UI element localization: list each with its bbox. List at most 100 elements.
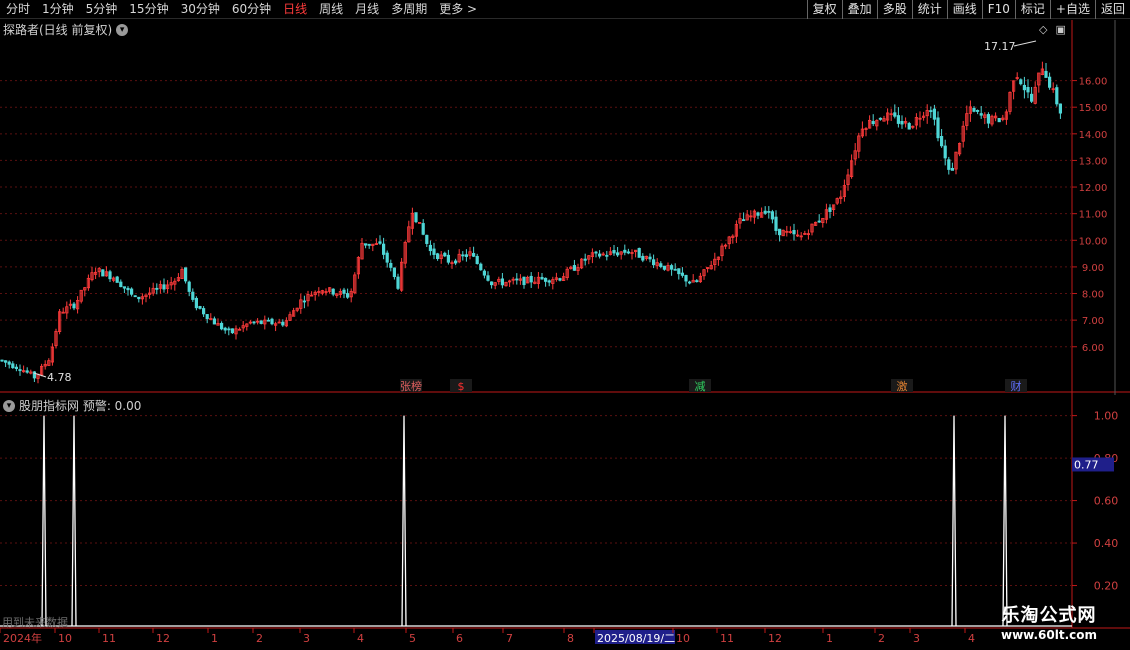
candle-body bbox=[252, 321, 256, 324]
candle-body bbox=[778, 228, 782, 236]
candle-body bbox=[558, 278, 562, 281]
candle-body bbox=[389, 263, 393, 268]
candle-body bbox=[108, 271, 112, 280]
candle-body bbox=[1030, 93, 1034, 102]
candle-body bbox=[219, 322, 224, 330]
candle-body bbox=[1048, 76, 1052, 88]
date-label: 2 bbox=[878, 632, 885, 645]
candle-body bbox=[446, 254, 451, 263]
candle-body bbox=[936, 117, 940, 139]
candle-body bbox=[381, 243, 386, 255]
candle-body bbox=[464, 254, 469, 257]
candle-body bbox=[1022, 84, 1027, 91]
candle-body bbox=[129, 288, 134, 295]
low-price-label: 4.78 bbox=[47, 371, 72, 384]
candle-body bbox=[940, 135, 944, 147]
candle-body bbox=[659, 263, 663, 267]
candle-body bbox=[421, 223, 425, 235]
chart-canvas[interactable]: 6.007.008.009.0010.0011.0012.0013.0014.0… bbox=[0, 0, 1130, 650]
date-label: 5 bbox=[409, 632, 416, 645]
candle-body bbox=[763, 210, 767, 214]
candle-body bbox=[929, 110, 933, 112]
price-tick-label: 16.00 bbox=[1079, 77, 1108, 88]
candle-body bbox=[616, 252, 620, 256]
candle-body bbox=[756, 212, 760, 216]
date-label: 8 bbox=[567, 632, 574, 645]
high-price-pointer bbox=[1013, 40, 1037, 47]
candle-body bbox=[677, 268, 681, 275]
candle-body bbox=[670, 265, 674, 270]
candle-body bbox=[223, 327, 227, 331]
date-label: 4 bbox=[968, 632, 975, 645]
candle-body bbox=[205, 314, 209, 320]
candle-body bbox=[461, 254, 465, 257]
candle-body bbox=[212, 318, 216, 325]
candle-body bbox=[25, 370, 29, 373]
price-tick-label: 12.00 bbox=[1079, 183, 1108, 194]
date-label: 1 bbox=[211, 632, 218, 645]
price-tick-label: 6.00 bbox=[1082, 343, 1104, 354]
price-tick-label: 14.00 bbox=[1079, 130, 1108, 141]
candle-body bbox=[486, 275, 490, 281]
candle-body bbox=[947, 159, 951, 170]
candle-body bbox=[774, 216, 778, 231]
date-label: 2025/08/19/二 bbox=[597, 632, 675, 645]
price-tick-label: 10.00 bbox=[1079, 236, 1108, 247]
candle-body bbox=[475, 255, 479, 265]
event-marker-0: 张榜 bbox=[400, 379, 422, 393]
cursor-value-label: 0.77 bbox=[1074, 458, 1099, 471]
candle-body bbox=[605, 254, 609, 257]
candle-body bbox=[302, 300, 307, 303]
candle-body bbox=[652, 259, 656, 266]
date-label: 1 bbox=[826, 632, 833, 645]
site-logo: 乐淘公式网 www.60lt.com bbox=[985, 605, 1113, 645]
candle-body bbox=[230, 328, 234, 334]
candle-body bbox=[572, 265, 577, 271]
candle-body bbox=[101, 269, 105, 277]
candle-body bbox=[281, 321, 285, 326]
candle-body bbox=[972, 107, 976, 112]
candle-body bbox=[227, 328, 231, 331]
candle-body bbox=[626, 251, 631, 254]
candle-body bbox=[198, 306, 202, 309]
candle-body bbox=[432, 248, 436, 255]
date-label: 3 bbox=[303, 632, 310, 645]
candle-body bbox=[943, 145, 947, 159]
date-label: 11 bbox=[720, 632, 734, 645]
candle-body bbox=[1055, 87, 1059, 105]
candle-body bbox=[270, 318, 274, 325]
candle-body bbox=[688, 281, 692, 284]
candle-body bbox=[443, 252, 447, 257]
candle-body bbox=[345, 293, 350, 298]
candle-body bbox=[594, 251, 598, 254]
candle-body bbox=[201, 308, 206, 315]
candle-body bbox=[396, 276, 400, 289]
candle-body bbox=[770, 211, 775, 220]
indicator-spike bbox=[401, 415, 407, 627]
event-marker-1: $ bbox=[458, 380, 465, 393]
date-label: 2 bbox=[256, 632, 263, 645]
candle-body bbox=[1058, 103, 1062, 114]
date-label: 2024年 bbox=[3, 631, 42, 645]
candle-body bbox=[583, 258, 587, 261]
candle-body bbox=[515, 278, 519, 281]
candle-body bbox=[742, 219, 746, 222]
date-label: 7 bbox=[506, 632, 513, 645]
candle-body bbox=[547, 280, 551, 283]
candle-body bbox=[482, 270, 487, 276]
candle-body bbox=[378, 241, 382, 244]
price-tick-label: 15.00 bbox=[1079, 103, 1108, 114]
candle-body bbox=[1019, 79, 1023, 85]
indicator-tick-label: 0.60 bbox=[1094, 495, 1119, 508]
candle-body bbox=[1026, 87, 1030, 93]
candle-body bbox=[500, 278, 505, 286]
candle-body bbox=[417, 222, 422, 224]
candle-body bbox=[414, 212, 418, 223]
candle-body bbox=[673, 268, 677, 271]
candle-body bbox=[471, 253, 476, 257]
indicator-tick-label: 1.00 bbox=[1094, 410, 1119, 423]
candle-body bbox=[932, 108, 937, 120]
candle-body bbox=[425, 234, 429, 244]
candle-body bbox=[137, 296, 141, 300]
date-label: 10 bbox=[58, 632, 72, 645]
